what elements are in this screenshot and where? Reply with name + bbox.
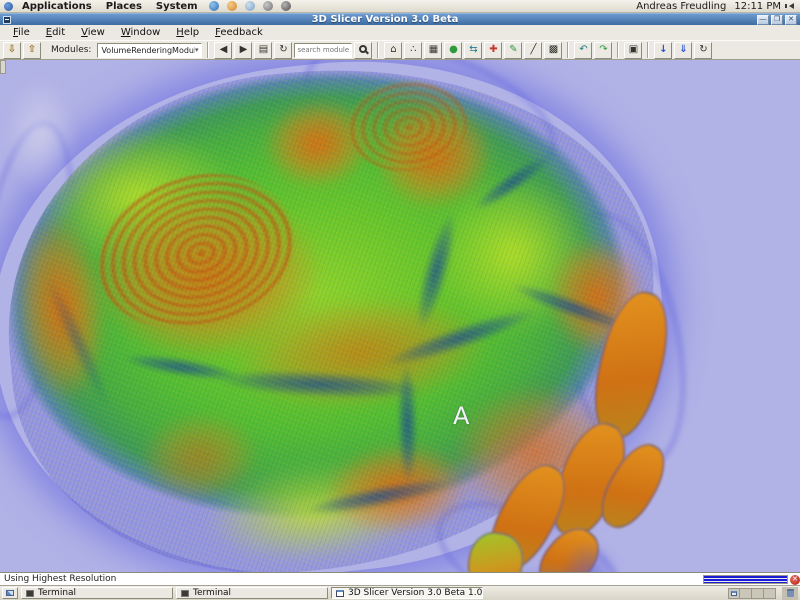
colors-module-button[interactable]: ▩ xyxy=(544,42,562,59)
printer-icon[interactable] xyxy=(281,1,291,11)
file-menu[interactable]: File xyxy=(6,26,37,39)
trash-icon xyxy=(787,589,794,597)
show-desktop-button[interactable] xyxy=(2,587,18,599)
undo-button[interactable]: ↶ xyxy=(574,42,592,59)
taskbar-item-terminal-1[interactable]: Terminal xyxy=(21,587,173,599)
load-scene-button[interactable]: ⇩ xyxy=(3,42,21,59)
toolbar-separator xyxy=(207,42,209,58)
workspace-1[interactable] xyxy=(728,588,740,599)
user-name[interactable]: Andreas Freudling xyxy=(636,1,726,12)
taskbar-item-label: Terminal xyxy=(38,588,76,598)
show-desktop-icon xyxy=(6,590,14,596)
toolbar-separator xyxy=(377,42,379,58)
module-prev-button[interactable]: ◀ xyxy=(214,42,232,59)
panel-toggle-handle[interactable] xyxy=(0,60,6,74)
magnifier-icon xyxy=(359,45,367,53)
orientation-marker-anterior: A xyxy=(453,402,469,430)
window-menu-icon[interactable] xyxy=(3,16,11,24)
window-menu[interactable]: Window xyxy=(114,26,167,39)
status-message: Using Highest Resolution xyxy=(4,574,116,584)
module-history-button[interactable]: ▤ xyxy=(254,42,272,59)
minimize-button[interactable]: — xyxy=(757,15,769,25)
taskbar-item-terminal-2[interactable]: Terminal xyxy=(176,587,328,599)
desktop: Applications Places System Andreas Freud… xyxy=(0,0,800,600)
workspace-2[interactable] xyxy=(740,588,752,599)
window-titlebar[interactable]: 3D Slicer Version 3.0 Beta — ❐ ✕ xyxy=(0,13,800,25)
email-icon[interactable] xyxy=(227,1,237,11)
frame-grab-button[interactable]: ↓ xyxy=(654,42,672,59)
cancel-icon[interactable]: ✕ xyxy=(790,575,800,585)
feedback-menu[interactable]: Feedback xyxy=(208,26,270,39)
measurements-module-button[interactable]: ╱ xyxy=(524,42,542,59)
places-menu[interactable]: Places xyxy=(101,0,147,12)
screen-capture-button[interactable]: ▣ xyxy=(624,42,642,59)
computer-icon[interactable] xyxy=(263,1,273,11)
toolbar-separator xyxy=(567,42,569,58)
workspace-4[interactable] xyxy=(764,588,776,599)
fiducials-module-button[interactable]: ✚ xyxy=(484,42,502,59)
modules-label: Modules: xyxy=(51,45,91,55)
module-search-input[interactable] xyxy=(294,43,352,58)
window-title: 3D Slicer Version 3.0 Beta xyxy=(15,14,755,26)
maximize-button[interactable]: ❐ xyxy=(771,15,783,25)
redo-button[interactable]: ↷ xyxy=(594,42,612,59)
app-menubar: File Edit View Window Help Feedback xyxy=(0,25,800,40)
data-module-button[interactable]: ∴ xyxy=(404,42,422,59)
help-menu[interactable]: Help xyxy=(169,26,206,39)
view-menu[interactable]: View xyxy=(74,26,112,39)
module-selector-value: VolumeRenderingModule xyxy=(101,46,194,55)
movie-grab-button[interactable]: ⇓ xyxy=(674,42,692,59)
taskbar-item-label: 3D Slicer Version 3.0 Beta 1.0 xyxy=(348,588,482,598)
transforms-module-button[interactable]: ⇆ xyxy=(464,42,482,59)
progress-bar xyxy=(703,575,788,584)
view-refresh-button[interactable]: ↻ xyxy=(694,42,712,59)
terminal-icon xyxy=(26,590,34,597)
web-browser-icon[interactable] xyxy=(209,1,219,11)
taskbar-item-slicer[interactable]: 3D Slicer Version 3.0 Beta 1.0 xyxy=(331,587,483,599)
home-module-button[interactable]: ⌂ xyxy=(384,42,402,59)
module-search-button[interactable] xyxy=(354,42,372,59)
window-icon xyxy=(336,590,344,597)
models-module-button[interactable]: ● xyxy=(444,42,462,59)
applications-menu[interactable]: Applications xyxy=(17,0,97,12)
module-selector[interactable]: VolumeRenderingModule ▾ xyxy=(97,43,202,58)
taskbar: Terminal Terminal 3D Slicer Version 3.0 … xyxy=(0,585,800,600)
volumes-module-button[interactable]: ▦ xyxy=(424,42,442,59)
volume-icon[interactable] xyxy=(789,3,794,9)
terminal-icon xyxy=(181,590,189,597)
toolbar-separator xyxy=(617,42,619,58)
distro-logo-icon[interactable] xyxy=(4,2,13,11)
workspace-3[interactable] xyxy=(752,588,764,599)
3d-viewport[interactable]: A xyxy=(0,60,800,572)
save-scene-button[interactable]: ⇧ xyxy=(23,42,41,59)
workspace-window-thumb xyxy=(731,591,737,596)
module-refresh-button[interactable]: ↻ xyxy=(274,42,292,59)
toolbar-separator xyxy=(647,42,649,58)
chevron-down-icon: ▾ xyxy=(195,46,199,54)
close-button[interactable]: ✕ xyxy=(785,15,797,25)
edit-menu[interactable]: Edit xyxy=(39,26,72,39)
clock[interactable]: 12:11 PM xyxy=(734,1,781,12)
taskbar-item-label: Terminal xyxy=(193,588,231,598)
gnome-panel: Applications Places System Andreas Freud… xyxy=(0,0,800,13)
status-bar: Using Highest Resolution ✕ xyxy=(0,572,800,585)
trash-button[interactable] xyxy=(782,587,798,600)
editor-module-button[interactable]: ✎ xyxy=(504,42,522,59)
module-next-button[interactable]: ▶ xyxy=(234,42,252,59)
app-toolbar: ⇩ ⇧ Modules: VolumeRenderingModule ▾ ◀ ▶… xyxy=(0,40,800,60)
system-menu[interactable]: System xyxy=(151,0,203,12)
help-icon[interactable] xyxy=(245,1,255,11)
